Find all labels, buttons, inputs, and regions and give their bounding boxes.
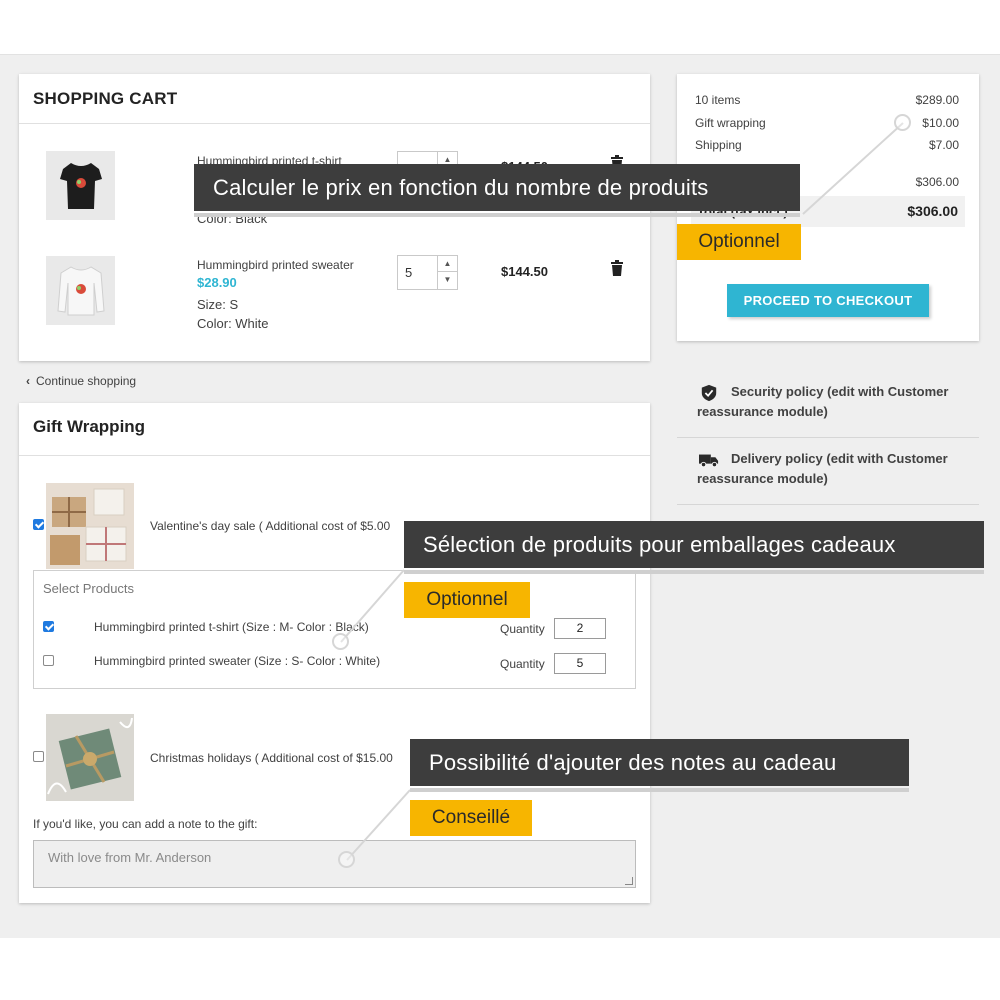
product-option-tshirt[interactable]: Hummingbird printed t-shirt (Size : M- C…: [94, 620, 369, 634]
select-products-header: Select Products: [43, 581, 135, 596]
increase-icon[interactable]: ▲: [438, 256, 457, 272]
product-size: Size: S: [197, 297, 239, 312]
valentines-checkbox[interactable]: [33, 519, 44, 530]
cart-title: SHOPPING CART: [33, 89, 178, 108]
select-products-box: Select Products Hummingbird printed t-sh…: [33, 570, 636, 689]
resize-handle-icon[interactable]: [625, 877, 633, 885]
product-price: $28.90: [197, 275, 237, 290]
annotation-marker: [338, 851, 355, 868]
continue-shopping-label: Continue shopping: [36, 374, 137, 388]
decrease-icon[interactable]: ▼: [438, 272, 457, 288]
annotation-marker: [332, 633, 349, 650]
annotation-optional-tag: Optionnel: [677, 224, 801, 260]
gift-wrapping-card: Gift Wrapping Valentine's day sale ( Add…: [19, 403, 650, 903]
delivery-policy-block: Delivery policy (edit with Customer reas…: [677, 437, 979, 505]
christmas-option-label[interactable]: Christmas holidays ( Additional cost of …: [150, 751, 393, 765]
quantity-input-sweater[interactable]: 5: [554, 653, 606, 674]
product-option-sweater[interactable]: Hummingbird printed sweater (Size : S- C…: [94, 654, 380, 668]
annotation-marker: [894, 114, 911, 131]
summary-items-row: 10 items $289.00: [695, 93, 962, 107]
divider: [19, 455, 650, 456]
summary-shipping-row: Shipping $7.00: [695, 138, 962, 152]
product-name[interactable]: Hummingbird printed sweater: [197, 258, 354, 272]
total-value: $306.00: [907, 203, 958, 219]
items-value: $289.00: [915, 93, 959, 107]
product-checkbox-sweater[interactable]: [43, 655, 54, 666]
trash-icon[interactable]: [610, 260, 624, 276]
christmas-gift-image: [46, 714, 134, 801]
valentines-gift-image: [46, 483, 134, 569]
annotation-selection-callout: Sélection de produits pour emballages ca…: [404, 521, 984, 574]
shopping-cart-card: SHOPPING CART Hummingbird printed t-shir…: [19, 74, 650, 361]
quantity-stepper[interactable]: 5 ▲ ▼: [397, 255, 458, 290]
security-policy-text: Security policy (edit with Customer reas…: [697, 384, 949, 419]
quantity-value: 5: [405, 265, 413, 280]
christmas-checkbox[interactable]: [33, 751, 44, 762]
annotation-price-callout: Calculer le prix en fonction du nombre d…: [194, 164, 800, 217]
quantity-label: Quantity: [500, 622, 545, 636]
continue-shopping-link[interactable]: ‹ Continue shopping: [26, 374, 136, 388]
quantity-label: Quantity: [500, 657, 545, 671]
delivery-policy-text: Delivery policy (edit with Customer reas…: [697, 451, 948, 486]
gift-note-textarea[interactable]: With love from Mr. Anderson: [33, 840, 636, 888]
gift-value: $10.00: [922, 116, 959, 130]
annotation-advised-tag: Conseillé: [410, 800, 532, 836]
sweater-thumbnail[interactable]: [46, 256, 115, 325]
divider: [19, 123, 650, 124]
tshirt-thumbnail[interactable]: [46, 151, 115, 220]
shipping-label: Shipping: [695, 138, 742, 152]
security-policy-block: Security policy (edit with Customer reas…: [677, 370, 979, 438]
proceed-to-checkout-button[interactable]: PROCEED TO CHECKOUT: [727, 284, 929, 317]
quantity-input-tshirt[interactable]: 2: [554, 618, 606, 639]
gift-wrapping-title: Gift Wrapping: [33, 417, 146, 436]
shipping-value: $7.00: [928, 138, 959, 152]
annotation-notes-callout: Possibilité d'ajouter des notes au cadea…: [410, 739, 909, 792]
summary-gift-row: Gift wrapping $10.00: [695, 116, 962, 130]
valentines-option-label[interactable]: Valentine's day sale ( Additional cost o…: [150, 519, 390, 533]
line-total: $144.50: [501, 264, 548, 279]
gift-note-label: If you'd like, you can add a note to the…: [33, 817, 258, 831]
subtotal-value: $306.00: [915, 175, 959, 189]
gift-label: Gift wrapping: [695, 116, 766, 130]
gift-note-value: With love from Mr. Anderson: [48, 850, 212, 865]
product-checkbox-tshirt[interactable]: [43, 621, 54, 632]
product-color: Color: White: [197, 316, 269, 331]
annotation-optional-tag: Optionnel: [404, 582, 530, 618]
chevron-left-icon: ‹: [26, 374, 30, 388]
items-label: 10 items: [695, 93, 741, 107]
